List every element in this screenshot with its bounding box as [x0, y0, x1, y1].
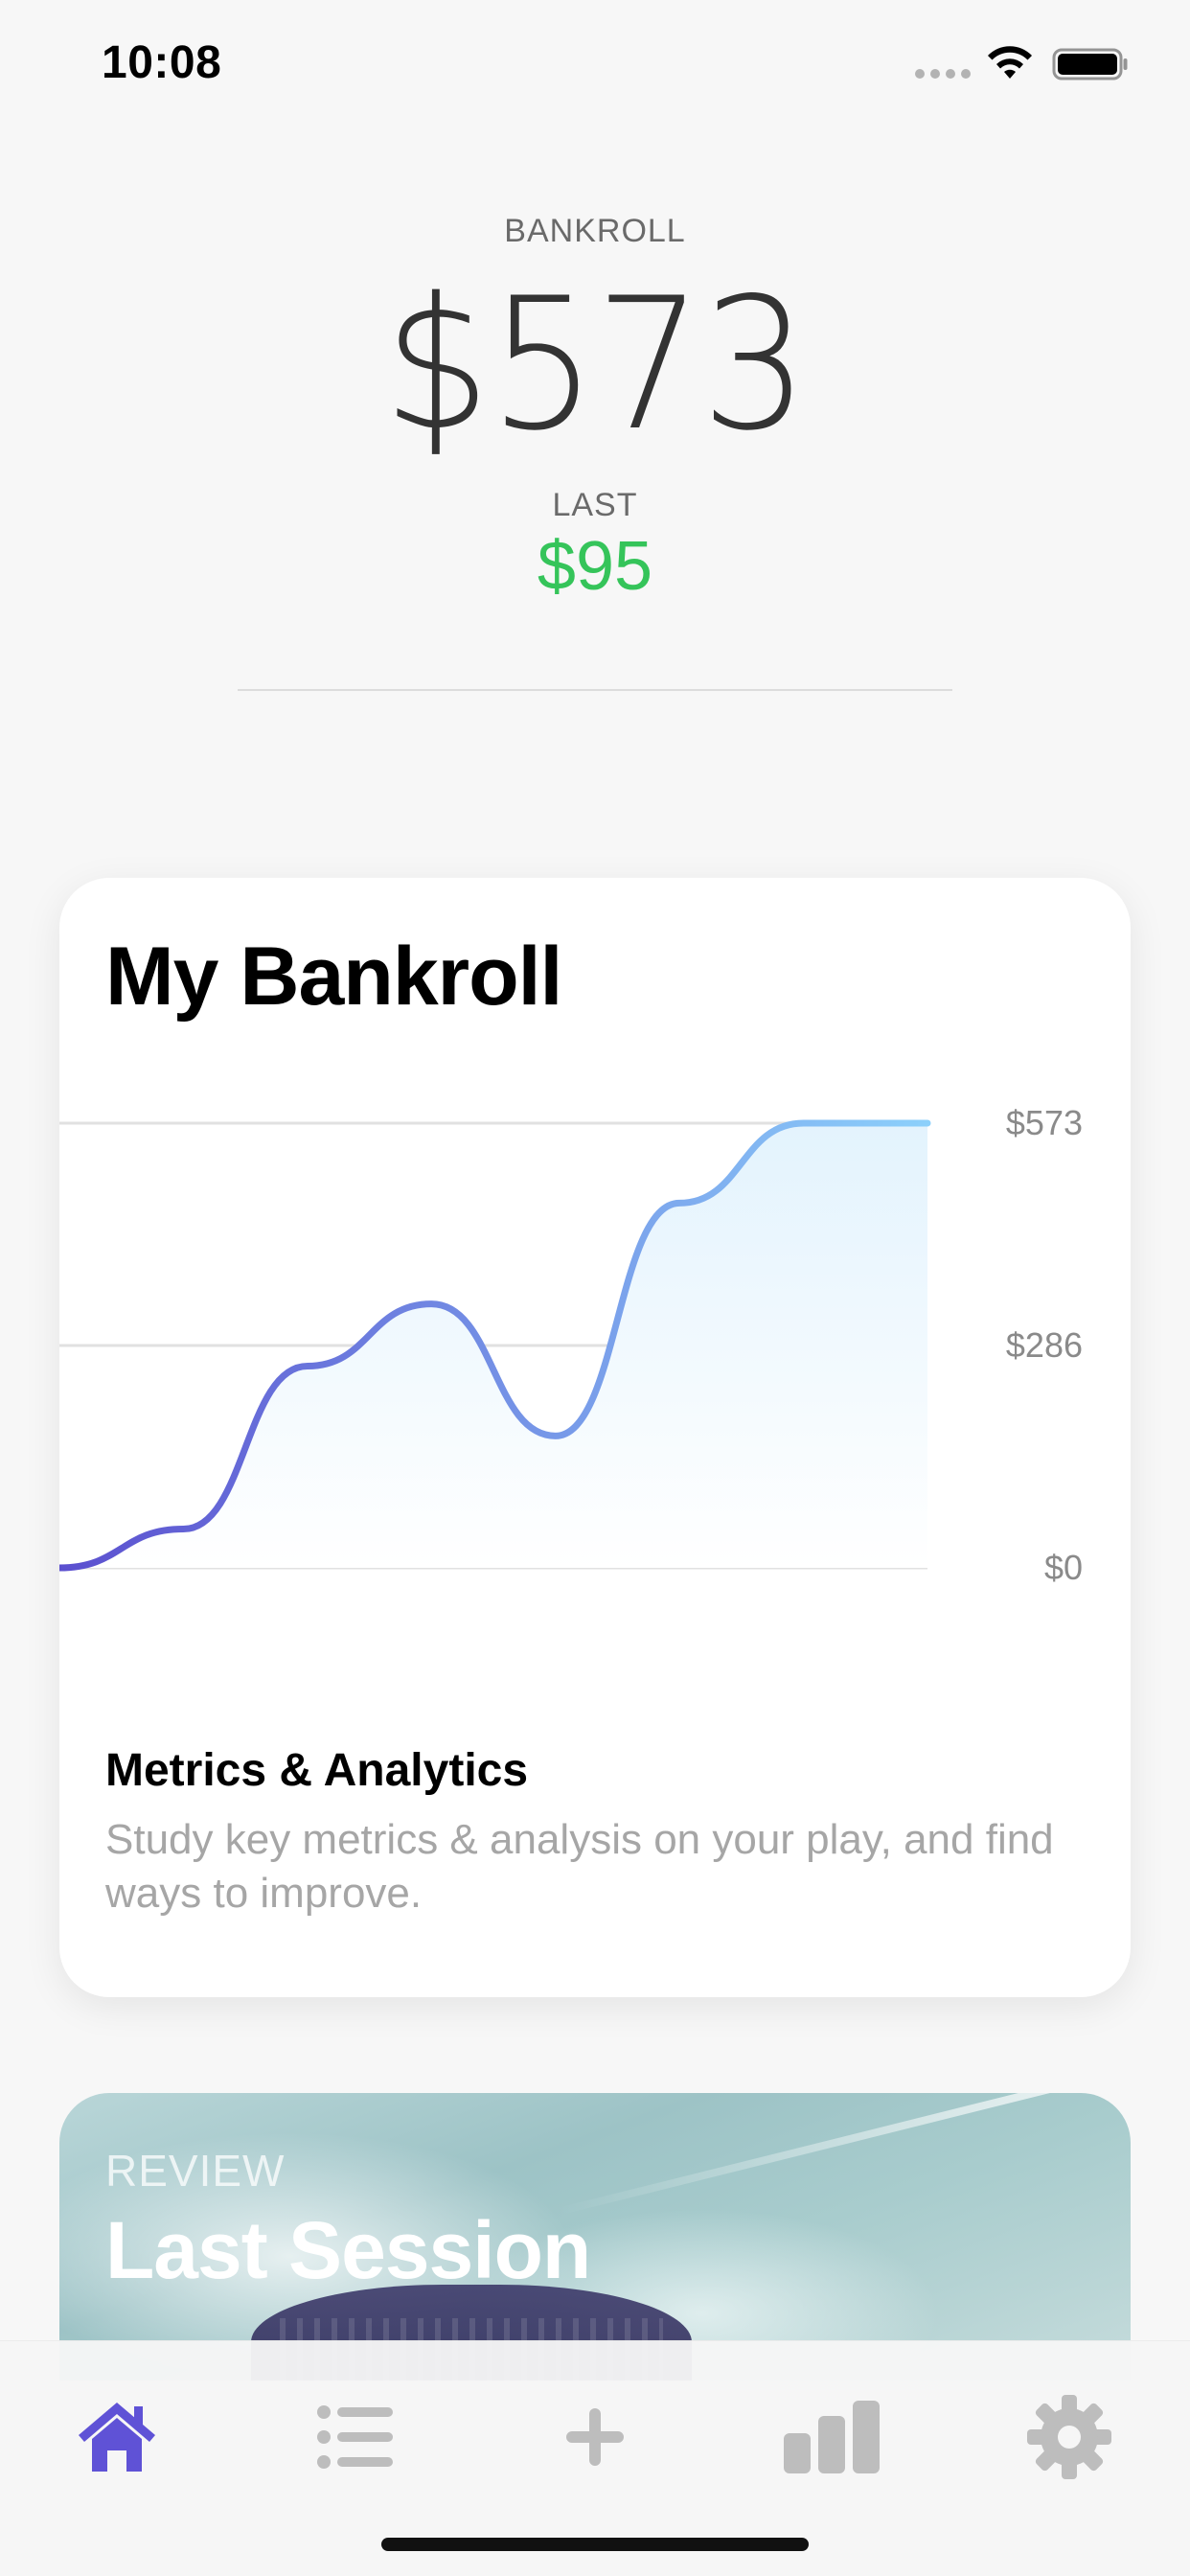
- tab-settings[interactable]: [1021, 2389, 1117, 2485]
- list-icon: [317, 2405, 393, 2469]
- bar-chart-icon: [784, 2401, 880, 2473]
- card-title: My Bankroll: [105, 931, 562, 1023]
- tab-sessions-list[interactable]: [309, 2389, 404, 2485]
- bankroll-chart: $573 $286 $0: [59, 1103, 1083, 1587]
- battery-icon: [1052, 48, 1128, 80]
- review-last-session-card[interactable]: REVIEW Last Session: [59, 2093, 1131, 2380]
- review-title: Last Session: [105, 2205, 591, 2295]
- status-bar: 10:08: [0, 0, 1190, 125]
- header-divider: [238, 689, 952, 691]
- y-tick-label: $573: [1006, 1103, 1083, 1142]
- y-tick-label: $0: [1044, 1548, 1083, 1587]
- cellular-signal-icon: [915, 69, 971, 80]
- wifi-icon: [988, 46, 1032, 79]
- home-indicator[interactable]: [381, 2538, 809, 2551]
- tab-home[interactable]: [69, 2389, 165, 2485]
- bankroll-card[interactable]: My Bankroll $573 $286 $0 Metrics & Analyti…: [59, 878, 1131, 1997]
- card-description: Study key metrics & analysis on your pla…: [105, 1816, 1054, 1917]
- bankroll-label: BANKROLL: [504, 213, 686, 249]
- gear-icon: [1027, 2395, 1111, 2479]
- review-label: REVIEW: [105, 2146, 286, 2196]
- plus-icon: [566, 2408, 624, 2466]
- card-subtitle: Metrics & Analytics: [105, 1745, 529, 1796]
- status-time: 10:08: [102, 37, 222, 88]
- y-tick-label: $286: [1006, 1325, 1083, 1365]
- last-session-value: $95: [537, 528, 653, 605]
- tab-add-session[interactable]: [547, 2389, 643, 2485]
- last-label: LAST: [552, 487, 638, 523]
- home-icon: [79, 2403, 155, 2472]
- bankroll-value: $573: [382, 259, 809, 471]
- tab-statistics[interactable]: [784, 2389, 880, 2485]
- contrail-image: [557, 2093, 1131, 2216]
